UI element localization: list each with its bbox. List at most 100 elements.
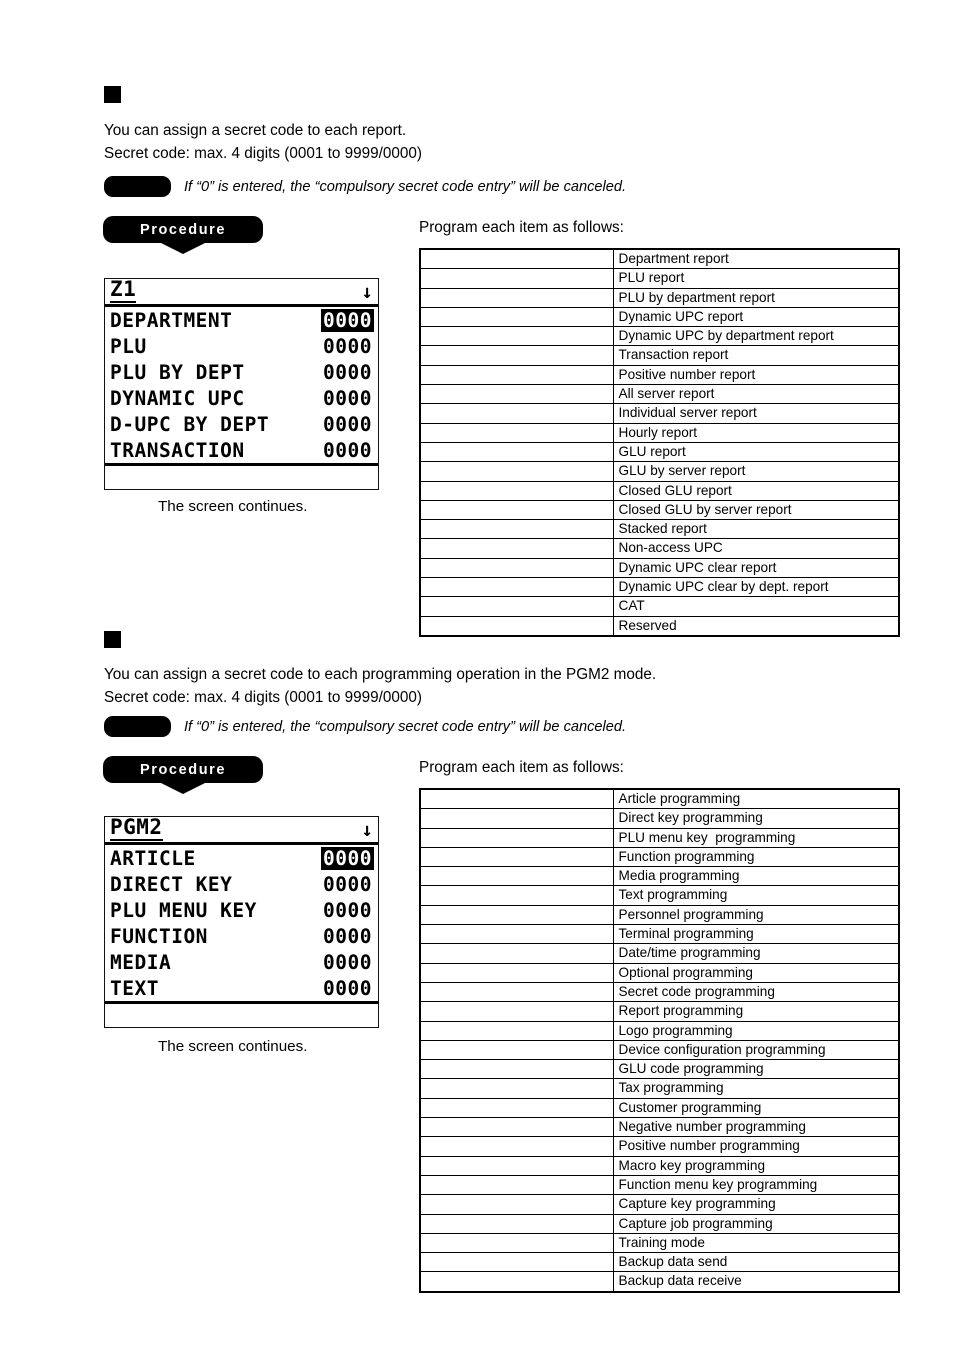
table-cell-left: [419, 384, 614, 405]
table-cell-description: Negative number programming: [612, 1117, 900, 1138]
table-cell-left: [419, 403, 614, 424]
table-cell-left: [419, 248, 614, 270]
table-row: Dynamic UPC clear report: [419, 557, 900, 579]
lcd-row-value[interactable]: 0000: [321, 439, 374, 462]
table-cell-description: Text programming: [612, 885, 900, 906]
lcd-row[interactable]: FUNCTION 0000: [105, 923, 378, 949]
table-row: Date/time programming: [419, 943, 900, 964]
lcd-row[interactable]: TEXT 0000: [105, 975, 378, 1001]
table-row: Optional programming: [419, 962, 900, 983]
table-cell-description: Logo programming: [612, 1020, 900, 1041]
table-cell-left: [419, 1174, 614, 1196]
lcd-row-value[interactable]: 0000: [321, 335, 374, 358]
table-cell-description: Personnel programming: [612, 904, 900, 926]
lcd-row[interactable]: D-UPC BY DEPT 0000: [105, 411, 378, 437]
table-row: All server report: [419, 384, 900, 405]
lcd-row-label: PLU BY DEPT: [110, 360, 245, 384]
pgm2-secret-code-table: Article programming Direct key programmin…: [419, 788, 900, 1293]
table-cell-description: Optional programming: [612, 962, 900, 983]
lcd-row[interactable]: DEPARTMENT 0000: [105, 307, 378, 333]
lcd-row[interactable]: DYNAMIC UPC 0000: [105, 385, 378, 411]
procedure-banner-2: Procedure: [103, 756, 263, 794]
table-row: Positive number programming: [419, 1136, 900, 1157]
procedure-banner-bar-2: Procedure: [103, 756, 263, 783]
lcd-mode-title-1: Z1: [110, 277, 137, 303]
table-cell-left: [419, 943, 614, 964]
section-1-note-text: If “0” is entered, the “compulsory secre…: [184, 178, 627, 195]
table-row: Logo programming: [419, 1020, 900, 1041]
table-row: Function programming: [419, 846, 900, 868]
table-row: Training mode: [419, 1232, 900, 1254]
lcd-row-label: MEDIA: [110, 950, 172, 974]
table-cell-left: [419, 557, 614, 579]
table-cell-left: [419, 885, 614, 906]
lcd-row[interactable]: DIRECT KEY 0000: [105, 871, 378, 897]
section-1-line-1: You can assign a secret code to each rep…: [104, 122, 407, 139]
procedure-label-1: Procedure: [139, 221, 227, 238]
note-badge-icon: [104, 176, 171, 197]
section-2-note-text: If “0” is entered, the “compulsory secre…: [184, 718, 627, 735]
table-cell-description: Dynamic UPC by department report: [612, 326, 900, 347]
lcd-row[interactable]: PLU MENU KEY 0000: [105, 897, 378, 923]
lcd-row-value[interactable]: 0000: [321, 387, 374, 410]
table-cell-left: [419, 1136, 614, 1157]
table-cell-description: GLU code programming: [612, 1059, 900, 1080]
table-cell-left: [419, 962, 614, 983]
lcd-row-label: TEXT: [110, 976, 159, 1000]
table-cell-left: [419, 866, 614, 887]
lcd-row[interactable]: PLU 0000: [105, 333, 378, 359]
lcd-row-value[interactable]: 0000: [321, 925, 374, 948]
lcd-row-value[interactable]: 0000: [321, 899, 374, 922]
table-cell-left: [419, 1078, 614, 1099]
lcd-status-bar-1: [105, 463, 378, 489]
table-row: PLU report: [419, 268, 900, 289]
table-cell-left: [419, 1117, 614, 1138]
lcd-caption-1: The screen continues.: [158, 498, 308, 515]
table-cell-left: [419, 808, 614, 829]
table-cell-left: [419, 326, 614, 347]
lcd-row[interactable]: ARTICLE 0000: [105, 845, 378, 871]
lcd-row-value[interactable]: 0000: [321, 413, 374, 436]
table-cell-description: Secret code programming: [612, 981, 900, 1003]
table-row: Backup data send: [419, 1252, 900, 1273]
lcd-row-label: PLU MENU KEY: [110, 898, 257, 922]
lcd-row-value[interactable]: 0000: [321, 873, 374, 896]
table-cell-left: [419, 268, 614, 289]
table-cell-description: Closed GLU by server report: [612, 499, 900, 521]
lcd-row-value[interactable]: 0000: [321, 951, 374, 974]
procedure-banner-bar-1: Procedure: [103, 216, 263, 243]
table-row: Media programming: [419, 866, 900, 887]
table-row: Direct key programming: [419, 808, 900, 829]
table-row: Hourly report: [419, 422, 900, 443]
lcd-row-value[interactable]: 0000: [321, 361, 374, 384]
table-cell-left: [419, 499, 614, 521]
table-cell-left: [419, 1039, 614, 1061]
table-cell-description: PLU menu key programming: [612, 827, 900, 848]
lcd-screen-2: PGM2 ↓ ARTICLE 0000 DIRECT KEY 0000 PLU MENU…: [104, 816, 379, 1028]
lcd-row-value[interactable]: 0000: [321, 846, 374, 870]
table-row: Capture key programming: [419, 1194, 900, 1215]
section-1-note: If “0” is entered, the “compulsory secre…: [104, 176, 626, 197]
lcd-row[interactable]: PLU BY DEPT 0000: [105, 359, 378, 385]
section-2-line-1: You can assign a secret code to each pro…: [104, 666, 657, 683]
table-cell-left: [419, 1059, 614, 1080]
lcd-row-value[interactable]: 0000: [321, 308, 374, 332]
table-row: Dynamic UPC by department report: [419, 326, 900, 347]
table-cell-description: GLU by server report: [612, 461, 900, 482]
table-row: Non-access UPC: [419, 538, 900, 559]
table-row: GLU report: [419, 441, 900, 463]
lcd-row-label: DIRECT KEY: [110, 872, 233, 896]
table-cell-description: Backup data send: [612, 1252, 900, 1273]
lcd-row-list-1: DEPARTMENT 0000 PLU 0000 PLU BY DEPT 0000 DYNA…: [105, 307, 378, 463]
table-cell-left: [419, 924, 614, 945]
lcd-row-value[interactable]: 0000: [321, 977, 374, 1000]
scroll-down-arrow-icon-1: ↓: [361, 281, 373, 303]
table-cell-left: [419, 461, 614, 482]
lcd-row[interactable]: TRANSACTION 0000: [105, 437, 378, 463]
lcd-row-label: ARTICLE: [110, 846, 196, 870]
table-row: GLU by server report: [419, 461, 900, 482]
table-cell-description: Report programming: [612, 1001, 900, 1022]
table-cell-description: Non-access UPC: [612, 538, 900, 559]
lcd-row[interactable]: MEDIA 0000: [105, 949, 378, 975]
note-badge-icon: [104, 716, 171, 737]
